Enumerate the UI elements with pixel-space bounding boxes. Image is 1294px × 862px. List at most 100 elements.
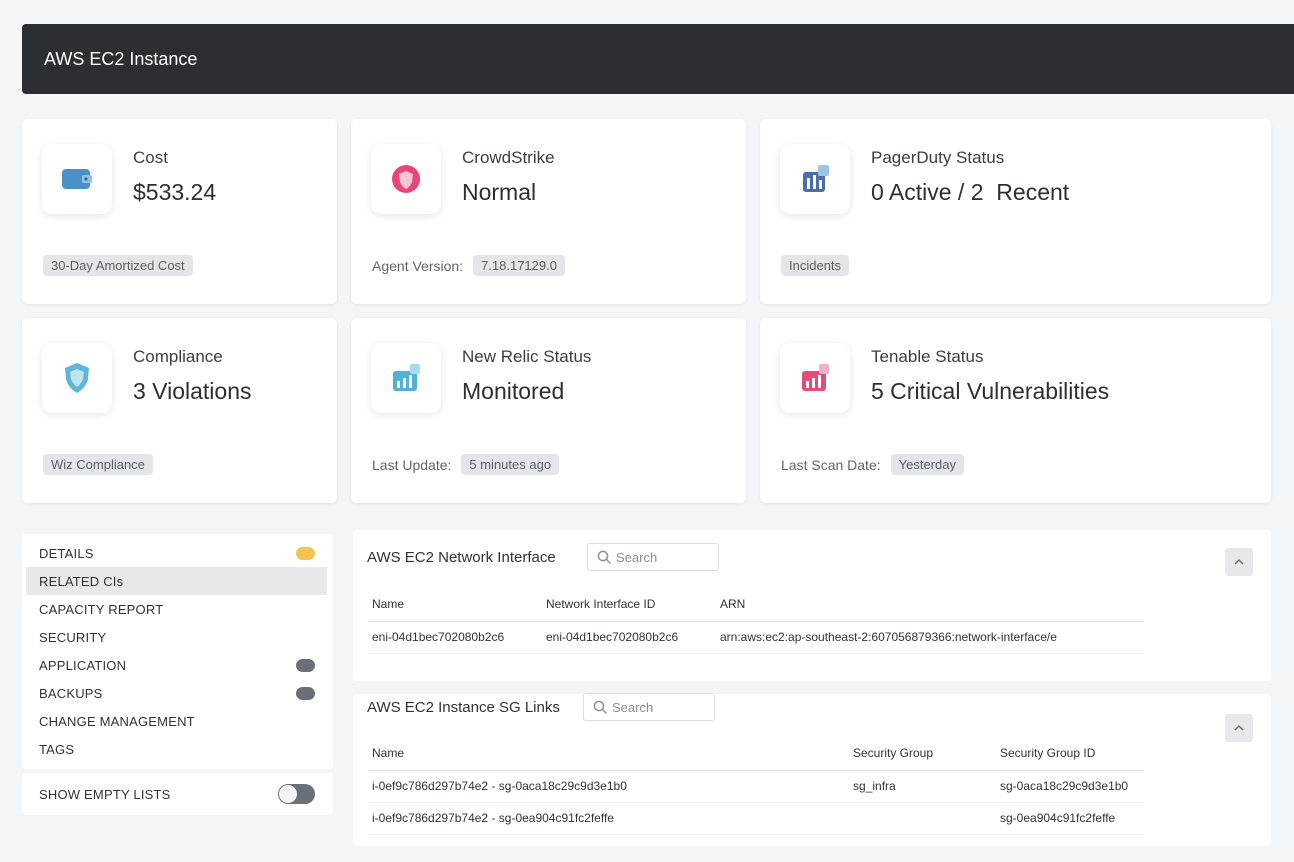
network-interface-panel: AWS EC2 Network Interface Search Name Ne…: [353, 530, 1271, 681]
column-header[interactable]: Security Group ID: [996, 736, 1144, 771]
card-chip: 5 minutes ago: [461, 454, 560, 475]
search-icon: [593, 700, 608, 714]
table-row[interactable]: eni-04d1bec702080b2c6 eni-04d1bec702080b…: [368, 621, 1144, 654]
collapse-button[interactable]: [1225, 548, 1253, 576]
card-value: 3 Violations: [133, 378, 252, 404]
sidebar-nav: DETAILS RELATED CIs CAPACITY REPORT SECU…: [22, 534, 333, 769]
chevron-up-icon: [1234, 558, 1244, 565]
network-interface-table: Name Network Interface ID ARN eni-04d1be…: [368, 587, 1144, 654]
card-value: 5 Critical Vulnerabilities: [871, 378, 1110, 404]
pager-chart-icon: [780, 144, 850, 214]
sidebar-item-label: SECURITY: [39, 629, 107, 645]
card-footer: Last Update: 5 minutes ago: [372, 454, 560, 475]
card-tenable: Tenable Status 5 Critical Vulnerabilitie…: [760, 318, 1271, 503]
card-footer: 30-Day Amortized Cost: [43, 255, 193, 276]
status-indicator: [296, 658, 315, 672]
table-cell: sg-0aca18c29c9d3e1b0: [996, 770, 1144, 803]
card-value: 0 Active / 2 Recent: [871, 179, 1070, 205]
card-label: New Relic Status: [462, 347, 592, 366]
card-footer-label: Agent Version:: [372, 257, 464, 274]
toggle-knob: [279, 785, 297, 803]
sidebar-item-label: APPLICATION: [39, 657, 127, 673]
card-footer: Agent Version: 7.18.17129.0: [372, 255, 565, 276]
card-chip: Incidents: [781, 255, 850, 276]
show-empty-lists-label: SHOW EMPTY LISTS: [39, 786, 171, 802]
sidebar-item-backups[interactable]: BACKUPS: [22, 679, 333, 707]
table-header-row: Name Security Group Security Group ID: [368, 736, 1144, 771]
search-icon: [597, 550, 612, 564]
sidebar-item-related-cis[interactable]: RELATED CIs: [26, 567, 327, 595]
sidebar-item-application[interactable]: APPLICATION: [22, 651, 333, 679]
table-cell: eni-04d1bec702080b2c6: [368, 621, 542, 654]
show-empty-lists-toggle[interactable]: [278, 784, 315, 804]
sidebar-item-security[interactable]: SECURITY: [22, 623, 333, 651]
sidebar-item-change-management[interactable]: CHANGE MANAGEMENT: [22, 707, 333, 735]
table-row[interactable]: i-0ef9c786d297b74e2 - sg-0ea904c91fc2fef…: [368, 802, 1144, 835]
column-header[interactable]: Network Interface ID: [542, 587, 716, 622]
sidebar-item-label: DETAILS: [39, 545, 94, 561]
sidebar-item-tags[interactable]: TAGS: [22, 735, 333, 763]
collapse-button[interactable]: [1225, 714, 1253, 742]
card-compliance: Compliance 3 Violations Wiz Compliance: [22, 318, 337, 503]
card-footer: Wiz Compliance: [43, 454, 153, 475]
sidebar-item-label: BACKUPS: [39, 685, 103, 701]
panel-title: AWS EC2 Network Interface: [367, 549, 556, 566]
card-label: Compliance: [133, 347, 223, 366]
column-header[interactable]: Name: [368, 587, 542, 622]
bar-chart-icon: [780, 343, 850, 413]
sg-links-table: Name Security Group Security Group ID i-…: [368, 736, 1144, 835]
search-placeholder: Search: [612, 699, 654, 715]
card-chip: Yesterday: [890, 454, 964, 475]
column-header[interactable]: Name: [368, 736, 849, 771]
chevron-up-icon: [1234, 724, 1244, 731]
shield-circle-icon: [371, 144, 441, 214]
table-cell: sg_infra: [849, 770, 996, 803]
sidebar-item-capacity-report[interactable]: CAPACITY REPORT: [22, 595, 333, 623]
sidebar-item-details[interactable]: DETAILS: [22, 539, 333, 567]
card-label: CrowdStrike: [462, 148, 555, 167]
card-footer-label: Last Update:: [372, 456, 452, 473]
card-label: Cost: [133, 148, 168, 167]
card-chip: Wiz Compliance: [43, 454, 153, 475]
search-placeholder: Search: [616, 549, 658, 565]
card-value: Normal: [462, 179, 537, 205]
column-header[interactable]: Security Group: [849, 736, 996, 771]
wallet-icon: [42, 144, 112, 214]
card-pagerduty: PagerDuty Status 0 Active / 2 Recent Inc…: [760, 119, 1271, 304]
card-cost: Cost $533.24 30-Day Amortized Cost: [22, 119, 337, 304]
card-crowdstrike: CrowdStrike Normal Agent Version: 7.18.1…: [351, 119, 746, 304]
column-header[interactable]: ARN: [716, 587, 1144, 622]
shield-icon: [42, 343, 112, 413]
table-cell: arn:aws:ec2:ap-southeast-2:607056879366:…: [716, 621, 1144, 654]
card-footer: Incidents: [781, 255, 850, 276]
search-input[interactable]: Search: [587, 543, 719, 571]
card-chip: 30-Day Amortized Cost: [43, 255, 193, 276]
table-cell: sg-0ea904c91fc2feffe: [996, 802, 1144, 835]
panel-title: AWS EC2 Instance SG Links: [367, 699, 560, 716]
card-footer: Last Scan Date: Yesterday: [781, 454, 964, 475]
table-cell: [849, 802, 996, 835]
table-cell: i-0ef9c786d297b74e2 - sg-0ea904c91fc2fef…: [368, 802, 849, 835]
card-footer-label: Last Scan Date:: [781, 456, 881, 473]
table-cell: eni-04d1bec702080b2c6: [542, 621, 716, 654]
card-newrelic: New Relic Status Monitored Last Update: …: [351, 318, 746, 503]
card-label: PagerDuty Status: [871, 148, 1005, 167]
card-label: Tenable Status: [871, 347, 984, 366]
status-indicator: [296, 686, 315, 700]
page-title: AWS EC2 Instance: [44, 48, 198, 69]
card-value: Monitored: [462, 378, 565, 404]
table-header-row: Name Network Interface ID ARN: [368, 587, 1144, 622]
status-indicator: [296, 546, 315, 560]
header-bar: AWS EC2 Instance: [22, 24, 1294, 94]
sg-links-panel: AWS EC2 Instance SG Links Search Name Se…: [353, 693, 1271, 846]
sidebar-item-label: CHANGE MANAGEMENT: [39, 713, 195, 729]
table-cell: i-0ef9c786d297b74e2 - sg-0aca18c29c9d3e1…: [368, 770, 849, 803]
sidebar-item-label: CAPACITY REPORT: [39, 601, 164, 617]
table-row[interactable]: i-0ef9c786d297b74e2 - sg-0aca18c29c9d3e1…: [368, 770, 1144, 803]
card-chip: 7.18.17129.0: [473, 255, 565, 276]
sidebar-item-label: RELATED CIs: [39, 573, 124, 589]
card-value: $533.24: [133, 179, 217, 205]
sidebar-item-label: TAGS: [39, 741, 75, 757]
bar-chart-icon: [371, 343, 441, 413]
search-input[interactable]: Search: [583, 693, 715, 721]
